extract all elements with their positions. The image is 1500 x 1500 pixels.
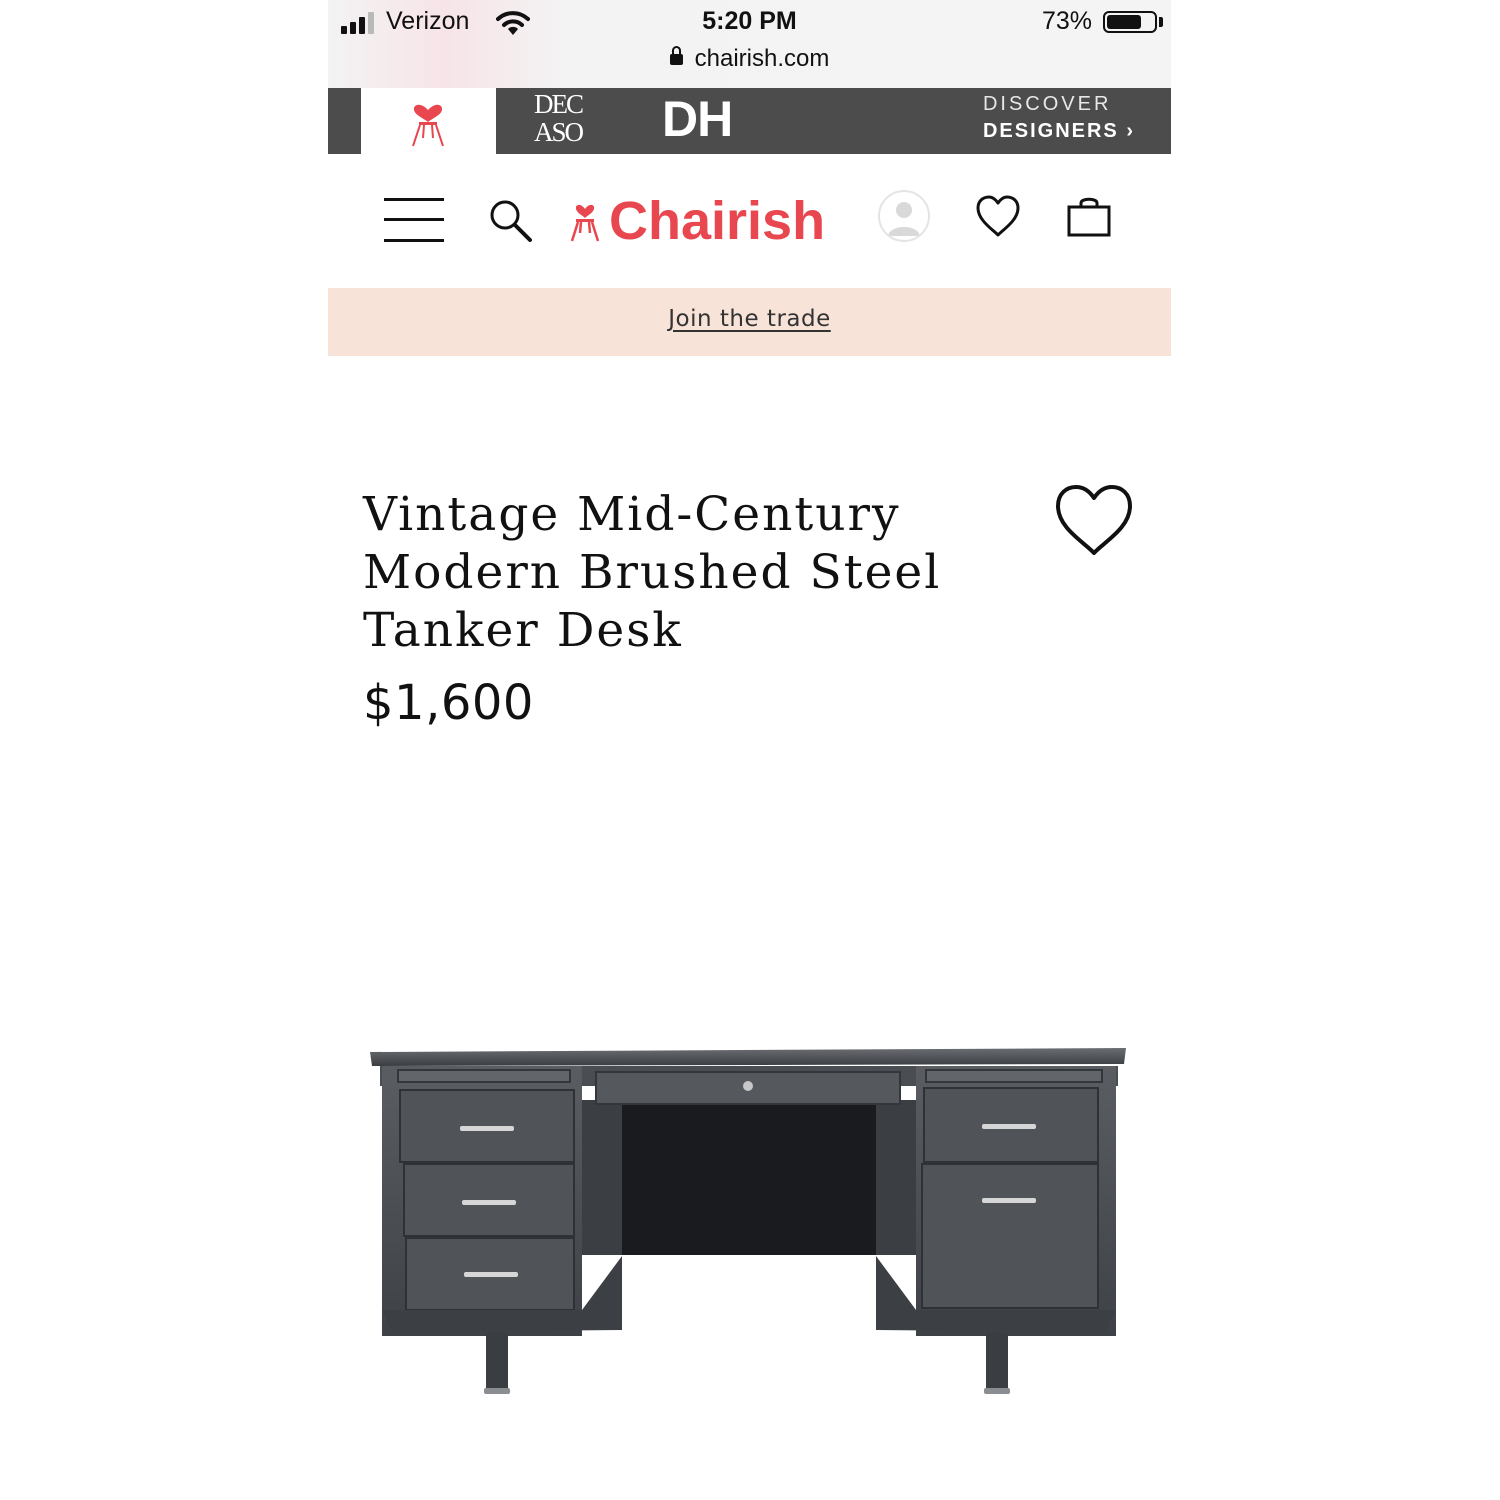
brand-switcher-bar: DEC ASO DH DISCOVER DESIGNERS ›	[328, 88, 1171, 154]
chairish-chair-icon	[412, 104, 444, 147]
trade-banner: Join the trade	[328, 288, 1171, 356]
battery-icon	[1103, 11, 1157, 33]
site-header: Chairish	[328, 154, 1171, 288]
lock-icon	[669, 46, 683, 65]
join-the-trade-link[interactable]: Join the trade	[668, 306, 831, 332]
account-button[interactable]	[878, 190, 930, 242]
user-avatar-icon	[888, 202, 920, 236]
designers-label: DESIGNERS ›	[982, 120, 1135, 142]
discover-label: DISCOVER	[982, 93, 1112, 115]
search-icon[interactable]	[488, 198, 538, 244]
status-bar: Verizon 5:20 PM 73% chairish.com	[328, 0, 1171, 88]
address-bar[interactable]: chairish.com	[328, 45, 1171, 73]
brand-tab-decaso[interactable]: DEC ASO	[534, 90, 594, 150]
menu-button[interactable]	[384, 198, 444, 242]
product-image-desk[interactable]	[368, 1040, 1130, 1400]
product-price: $1,600	[363, 675, 534, 731]
logo-chair-icon	[570, 204, 600, 242]
product-title: Vintage Mid-Century Modern Brushed Steel…	[363, 487, 942, 658]
favorite-heart-icon[interactable]	[1054, 484, 1134, 556]
battery-nub	[1159, 17, 1163, 27]
shopping-bag-icon[interactable]	[1066, 194, 1112, 238]
decaso-line-1: DEC	[534, 89, 584, 119]
brand-tab-dh[interactable]: DH	[662, 90, 733, 148]
logo-text: Chairish	[609, 191, 826, 251]
discover-designers-link[interactable]: DISCOVER DESIGNERS ›	[983, 93, 1135, 143]
decaso-line-2: ASO	[534, 117, 584, 147]
battery-percent: 73%	[1041, 7, 1092, 35]
wishlist-heart-icon[interactable]	[974, 194, 1022, 238]
mobile-browser: Verizon 5:20 PM 73% chairish.com DEC ASO…	[328, 0, 1171, 1500]
brand-tab-chairish[interactable]	[361, 88, 496, 154]
url-text: chairish.com	[694, 45, 830, 72]
